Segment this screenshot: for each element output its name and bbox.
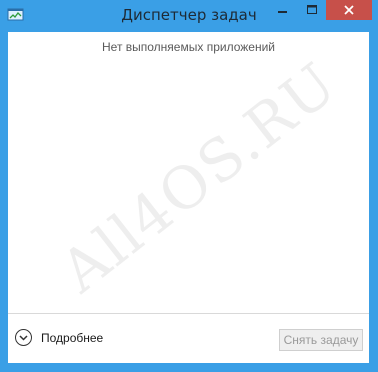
expand-toggle	[15, 329, 32, 346]
end-task-button[interactable]: Снять задачу	[279, 329, 363, 351]
maximize-button[interactable]	[297, 0, 326, 20]
maximize-icon	[306, 5, 317, 14]
more-details-button[interactable]: Подробнее	[15, 329, 103, 346]
minimize-button[interactable]	[268, 0, 297, 20]
chevron-down-icon	[19, 334, 28, 341]
footer-divider	[8, 313, 369, 314]
task-manager-window: Диспетчер задач Нет выполняемых приложен…	[0, 0, 378, 372]
window-controls	[268, 0, 372, 20]
title-bar[interactable]: Диспетчер задач	[0, 0, 378, 32]
minimize-icon	[277, 11, 287, 13]
app-list-area: Нет выполняемых приложений All4OS.RU Под…	[8, 32, 369, 363]
watermark: All4OS.RU	[48, 48, 350, 306]
empty-list-message: Нет выполняемых приложений	[102, 40, 275, 54]
close-icon	[344, 5, 354, 15]
more-details-label: Подробнее	[41, 330, 104, 345]
close-button[interactable]	[326, 0, 372, 20]
